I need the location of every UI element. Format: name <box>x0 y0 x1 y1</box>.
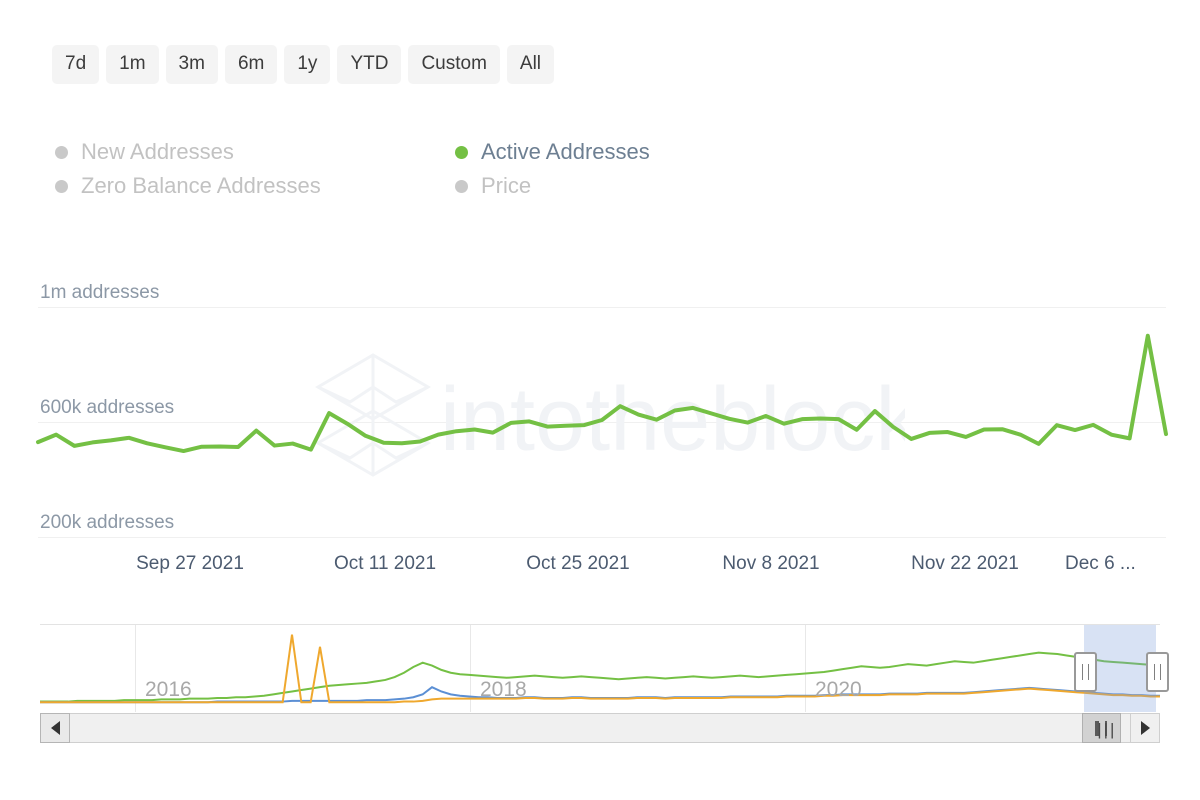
legend-label: Zero Balance Addresses <box>81 173 321 198</box>
scrollbar-grip-icon: ||| <box>1095 719 1117 739</box>
x-axis: Sep 27 2021 Oct 11 2021 Oct 25 2021 Nov … <box>38 553 1166 585</box>
range-button-custom[interactable]: Custom <box>408 45 500 84</box>
chart-legend: New Addresses Active Addresses Zero Bala… <box>55 135 650 203</box>
range-button-ytd[interactable]: YTD <box>337 45 402 84</box>
legend-dot-icon <box>455 145 468 159</box>
navigator-year-label: 2016 <box>145 678 192 701</box>
navigator-series <box>40 625 1160 712</box>
navigator-year-label: 2020 <box>815 678 862 701</box>
chart-navigator[interactable]: 2016 2018 2020 <box>40 624 1170 712</box>
active-addresses-series <box>38 270 1166 545</box>
range-button-1m[interactable]: 1m <box>106 45 159 84</box>
navigator-year-label: 2018 <box>480 678 527 701</box>
range-button-3m[interactable]: 3m <box>165 45 218 84</box>
legend-label: Price <box>481 173 532 198</box>
arrow-left-icon <box>50 721 60 735</box>
chart-scrollbar[interactable]: ||| <box>40 713 1160 743</box>
navigator-handle-left[interactable] <box>1074 652 1098 692</box>
arrow-right-icon <box>1140 721 1150 735</box>
range-button-all[interactable]: All <box>506 45 555 84</box>
range-button-6m[interactable]: 6m <box>224 45 278 84</box>
legend-label: New Addresses <box>81 139 234 164</box>
scrollbar-arrow-right[interactable] <box>1130 713 1160 743</box>
x-axis-tick: Oct 25 2021 <box>526 553 630 574</box>
legend-item-new-addresses[interactable]: New Addresses <box>55 139 455 165</box>
scrollbar-arrow-left[interactable] <box>40 713 70 743</box>
drag-handle-icon <box>1154 664 1162 680</box>
scrollbar-thumb[interactable]: ||| <box>1081 713 1121 743</box>
x-axis-tick: Oct 11 2021 <box>333 553 437 574</box>
legend-item-active-addresses[interactable]: Active Addresses <box>455 139 650 165</box>
range-button-7d[interactable]: 7d <box>52 45 100 84</box>
legend-item-price[interactable]: Price <box>455 173 650 199</box>
x-axis-tick: Nov 22 2021 <box>911 553 1019 574</box>
legend-item-zero-balance-addresses[interactable]: Zero Balance Addresses <box>55 173 455 199</box>
drag-handle-icon <box>1082 664 1090 680</box>
range-button-1y[interactable]: 1y <box>284 45 331 84</box>
x-axis-tick: Dec 6 ... <box>1065 553 1136 574</box>
navigator-body[interactable]: 2016 2018 2020 <box>40 625 1160 712</box>
legend-label: Active Addresses <box>481 139 650 164</box>
legend-dot-icon <box>55 145 68 159</box>
legend-dot-icon <box>55 179 68 193</box>
range-selector: 7d 1m 3m 6m 1y YTD Custom All <box>52 45 555 84</box>
x-axis-tick: Nov 8 2021 <box>722 553 820 574</box>
x-axis-tick: Sep 27 2021 <box>136 553 244 574</box>
scrollbar-track[interactable] <box>40 713 1160 743</box>
navigator-handle-right[interactable] <box>1146 652 1170 692</box>
legend-dot-icon <box>455 179 468 193</box>
